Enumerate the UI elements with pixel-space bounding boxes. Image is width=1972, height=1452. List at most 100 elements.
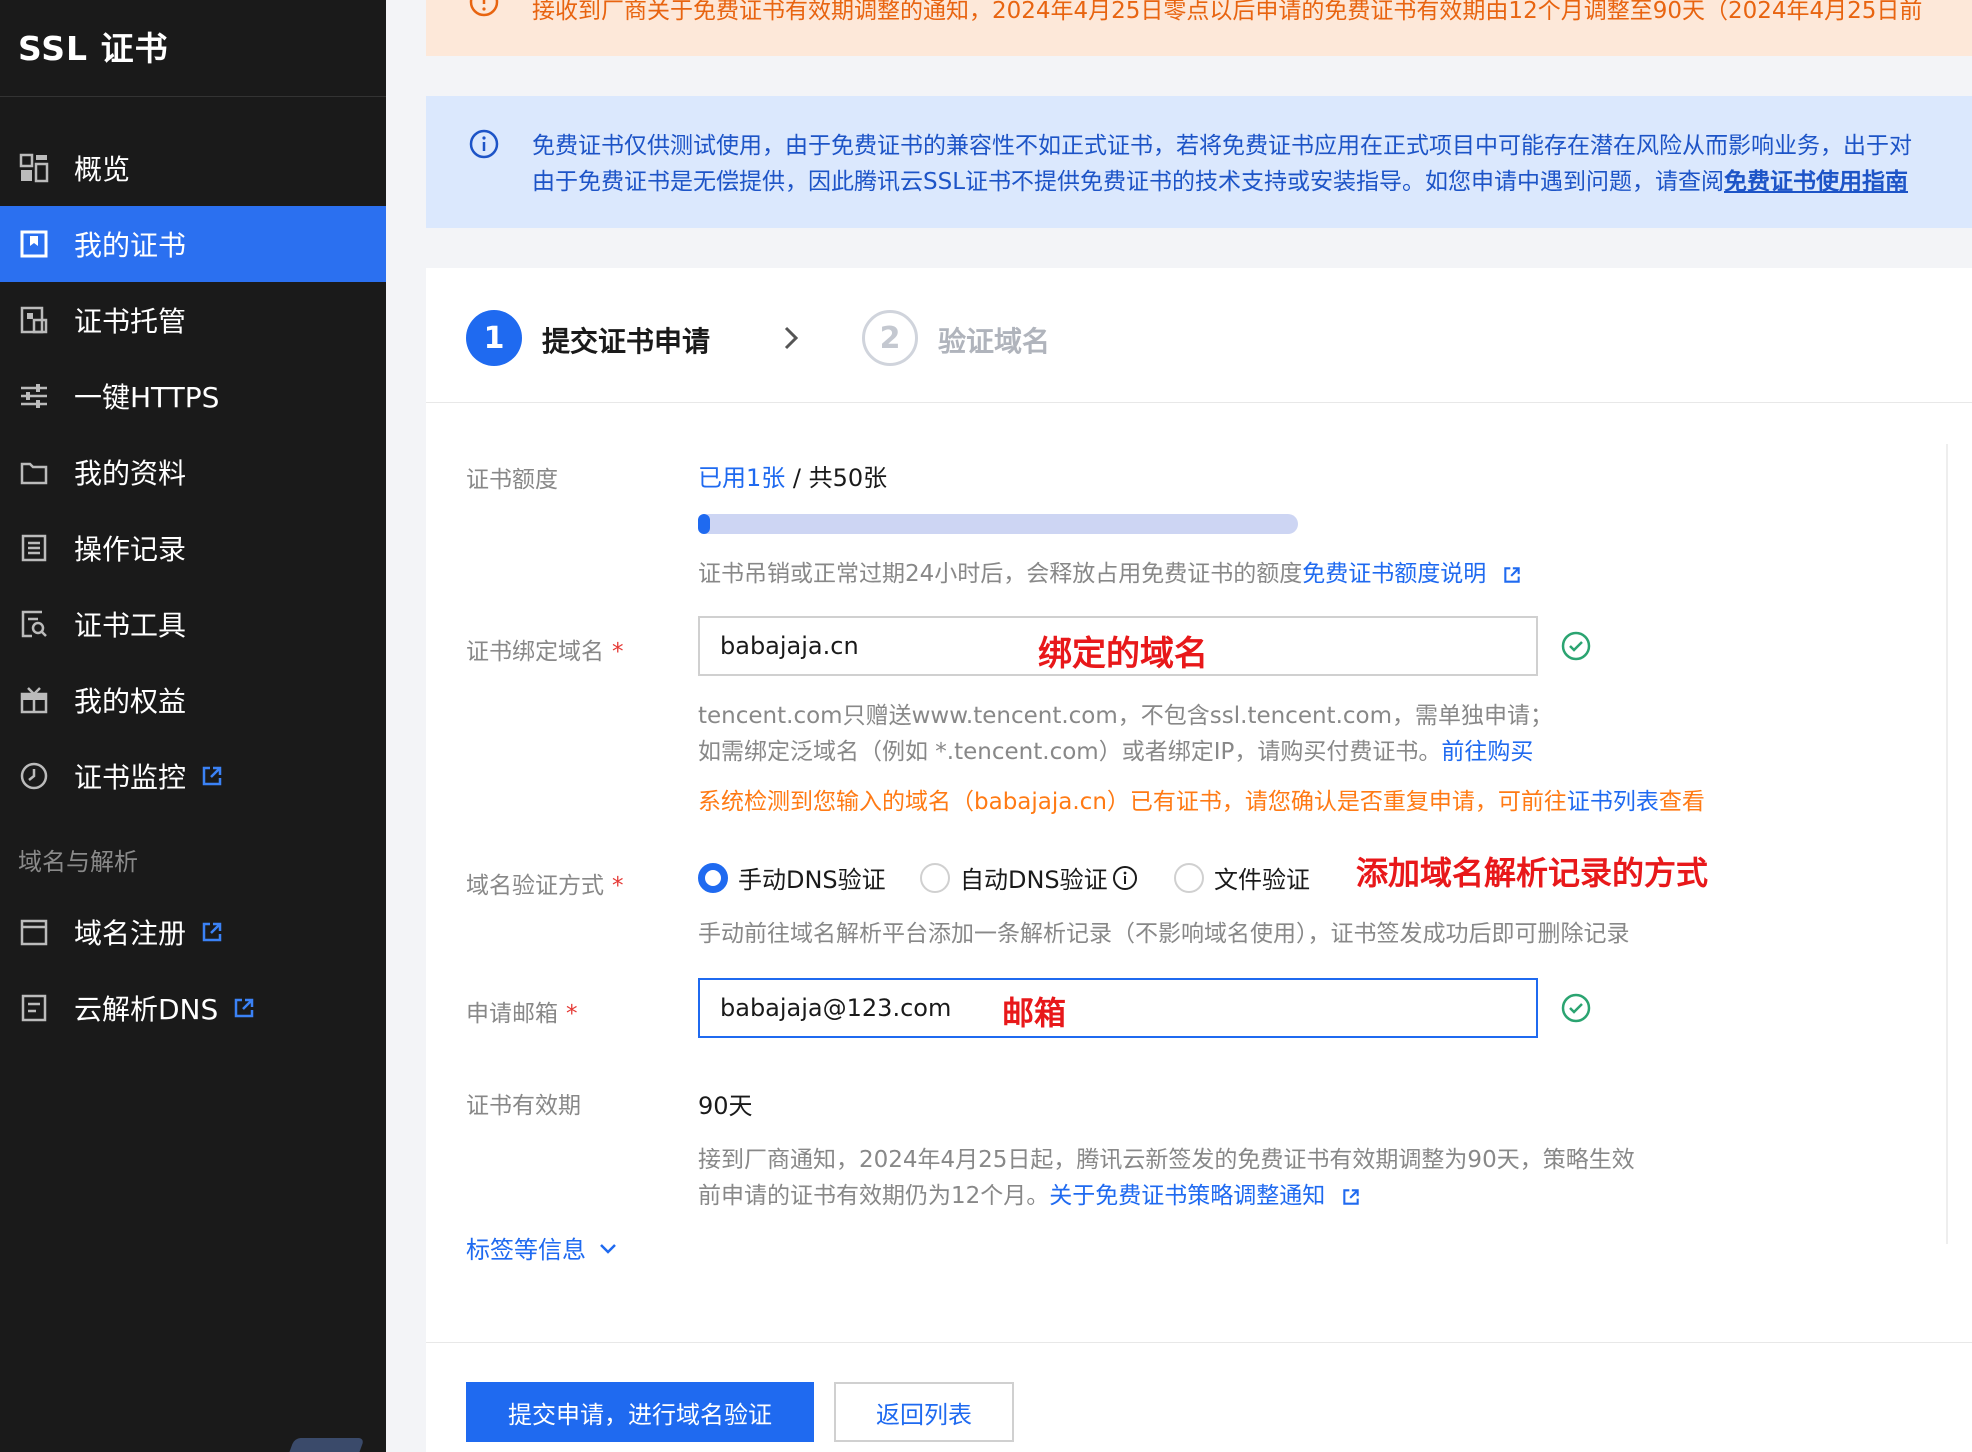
log-icon [17,531,51,565]
info-icon [469,129,499,159]
quota-label: 证书额度 [466,467,558,493]
radio-button-checked [698,862,728,893]
folder-icon [17,455,51,489]
validity-hint-text: 前申请的证书有效期仍为12个月。 [698,1183,1050,1209]
sidebar-divider [0,96,386,97]
external-link-icon [1503,566,1520,583]
duplicate-warning-suffix: 查看 [1658,789,1705,815]
sidebar-item-my-benefits[interactable]: 我的权益 [0,662,386,738]
sidebar-item-domain-registration[interactable]: 域名注册 [0,894,386,970]
step1-indicator: 1 [466,310,522,366]
validity-hint-line1: 接到厂商通知，2024年4月25日起，腾讯云新签发的免费证书有效期调整为90天，… [698,1147,1635,1173]
required-mark: * [566,1001,578,1027]
tags-info-label: 标签等信息 [466,1236,586,1264]
required-mark: * [612,639,624,665]
quota-total: 共50张 [808,464,888,492]
sidebar-item-cert-monitor[interactable]: 证书监控 [0,738,386,814]
certificate-icon [17,227,51,261]
quota-hint-text: 证书吊销或正常过期24小时后，会释放占用免费证书的额度 [698,561,1303,587]
dns-icon [17,991,51,1025]
validity-value: 90天 [698,1092,753,1120]
sidebar-section-domain: 域名与解析 [18,848,138,876]
app-title: SSL 证书 [18,29,169,68]
validity-hint-line2: 前申请的证书有效期仍为12个月。关于免费证书策略调整通知 [698,1176,1361,1210]
email-label: 申请邮箱 * [466,994,578,1028]
sidebar-item-label: 我的权益 [74,685,187,718]
info-text-line2: 由于免费证书是无偿提供，因此腾讯云SSL证书不提供免费证书的技术支持或安装指导。… [532,162,1908,196]
footer-divider [426,1342,1972,1343]
domain-hint-text: 如需绑定泛域名（例如 *.tencent.com）或者绑定IP，请购买付费证书。 [698,739,1442,765]
quota-progress-bar [698,514,1298,534]
required-mark: * [612,873,624,899]
chevron-down-icon [600,1243,616,1254]
dashboard-icon [17,151,51,185]
sidebar-item-operation-log[interactable]: 操作记录 [0,510,386,586]
domain-label: 证书绑定域名 * [466,632,624,666]
step2-label: 验证域名 [938,325,1051,358]
verify-method-hint: 手动前往域名解析平台添加一条解析记录（不影响域名使用），证书签发成功后即可删除记… [698,921,1630,947]
sidebar-item-label: 证书监控 [74,761,187,794]
email-input-value: babajaja@123.com [720,994,952,1022]
radio-file-verify[interactable]: 文件验证 [1174,860,1310,895]
sidebar-item-hosting[interactable]: 证书托管 [0,282,386,358]
radio-button [1174,862,1204,893]
sidebar-item-one-click-https[interactable]: 一键HTTPS [0,358,386,434]
external-link-icon [1342,1188,1359,1205]
validity-label: 证书有效期 [466,1093,581,1119]
external-link-icon [235,998,254,1018]
sliders-icon [17,379,51,413]
step2-indicator: 2 [862,310,918,366]
hosting-icon [17,303,51,337]
sidebar-item-cert-tools[interactable]: 证书工具 [0,586,386,662]
scrollbar-track[interactable] [1946,444,1948,1244]
verify-method-label-text: 域名验证方式 [466,873,604,899]
back-to-list-button[interactable]: 返回列表 [834,1382,1014,1442]
radio-auto-dns[interactable]: 自动DNS验证 [920,860,1138,895]
radio-label: 自动DNS验证 [960,866,1108,894]
sidebar-item-my-certificates[interactable]: 我的证书 [0,206,386,282]
quota-separator: / [785,464,809,492]
cert-list-link[interactable]: 证书列表 [1567,789,1659,815]
sidebar-item-label: 云解析DNS [74,993,219,1026]
calendar-icon [17,915,51,949]
sidebar-item-label: 概览 [74,153,131,186]
gift-icon [17,683,51,717]
radio-manual-dns[interactable]: 手动DNS验证 [698,860,886,895]
free-cert-guide-link[interactable]: 免费证书使用指南 [1724,169,1908,195]
check-circle-icon [1561,993,1591,1023]
buy-paid-cert-link[interactable]: 前往购买 [1441,739,1533,765]
info-text-line1: 免费证书仅供测试使用，由于免费证书的兼容性不如正式证书，若将免费证书应用在正式项… [532,133,1912,159]
email-label-text: 申请邮箱 [466,1001,558,1027]
sidebar-item-cloud-dns[interactable]: 云解析DNS [0,970,386,1046]
step1-label: 提交证书申请 [542,325,711,358]
tags-info-toggle[interactable]: 标签等信息 [466,1230,620,1265]
external-link-icon [202,922,222,942]
quota-used: 已用1张 [698,464,786,492]
domain-hint-line2: 如需绑定泛域名（例如 *.tencent.com）或者绑定IP，请购买付费证书。… [698,732,1533,766]
sidebar: SSL 证书 概览 我的证书 证书托管 一键HTTPS 我的资料 操作记录 证书… [0,0,386,1452]
info-icon[interactable] [1112,865,1138,891]
warning-icon [469,0,499,17]
annotation-email: 邮箱 [1002,994,1067,1032]
email-input[interactable]: babajaja@123.com [698,978,1538,1038]
duplicate-cert-warning: 系统检测到您输入的域名（babajaja.cn）已有证书，请您确认是否重复申请，… [698,782,1705,816]
verify-method-label: 域名验证方式 * [466,866,624,900]
submit-apply-button[interactable]: 提交申请，进行域名验证 [466,1382,814,1442]
domain-hint-line1: tencent.com只赠送www.tencent.com，不包含ssl.ten… [698,703,1554,729]
quota-explanation-link[interactable]: 免费证书额度说明 [1302,561,1486,587]
sidebar-item-label: 我的证书 [74,229,187,262]
radio-label: 手动DNS验证 [738,866,886,894]
domain-label-text: 证书绑定域名 [466,639,604,665]
sidebar-item-label: 我的资料 [74,457,187,490]
steps-divider [426,402,1972,403]
decorative-shape [289,1438,365,1452]
tool-icon [17,607,51,641]
annotation-domain: 绑定的域名 [1038,634,1208,674]
sidebar-item-my-profile[interactable]: 我的资料 [0,434,386,510]
duplicate-warning-text: 系统检测到您输入的域名（babajaja.cn）已有证书，请您确认是否重复申请，… [698,789,1567,815]
info-text-prefix: 由于免费证书是无偿提供，因此腾讯云SSL证书不提供免费证书的技术支持或安装指导。… [532,169,1725,195]
quota-progress-fill [698,514,710,534]
policy-notice-link[interactable]: 关于免费证书策略调整通知 [1049,1183,1325,1209]
external-link-icon [202,766,222,786]
sidebar-item-overview[interactable]: 概览 [0,130,386,206]
